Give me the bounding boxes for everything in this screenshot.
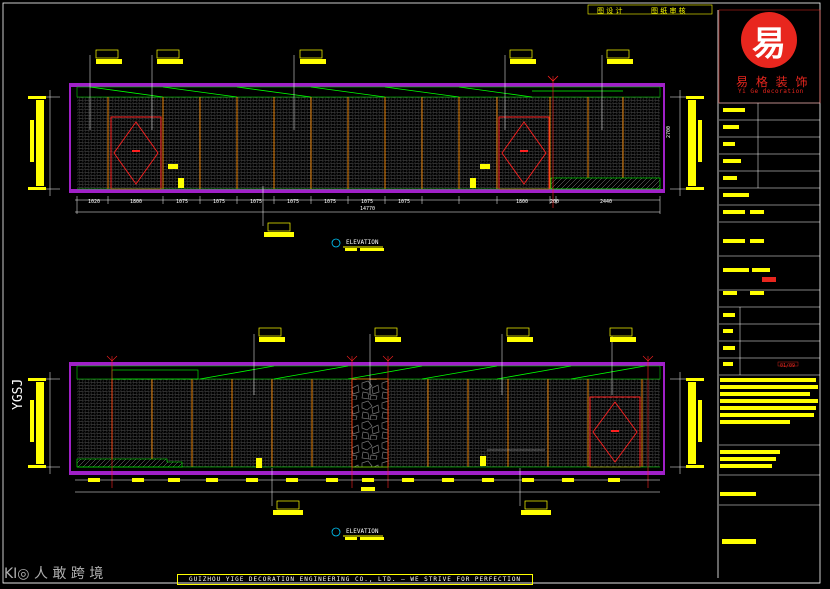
review-label: 图 纸 审 核 [651, 7, 686, 15]
elevation-2 [28, 327, 704, 540]
sheet-number: 01/09 [780, 363, 796, 369]
company-name-en: Yi Ge decoration [738, 88, 804, 95]
dim-6: 1075 [287, 199, 300, 205]
elevation-2-title: ELEVATION [346, 528, 379, 535]
dim-height: 2700 [666, 125, 672, 138]
dim-3: 1075 [176, 199, 189, 205]
dim-2: 1800 [130, 199, 143, 205]
dim-9: 1075 [398, 199, 411, 205]
elevation-1 [28, 49, 704, 251]
dim-8: 1075 [361, 199, 374, 205]
company-logo: 易 [741, 12, 797, 68]
side-label: YGSJ [11, 378, 26, 410]
cad-drawing-canvas [2, 2, 821, 584]
dim-12: 2440 [600, 199, 613, 205]
dim-5: 1075 [250, 199, 263, 205]
logo-char: 易 [752, 24, 786, 64]
footer-banner: GUIZHOU YIGE DECORATION ENGINEERING CO.,… [177, 574, 533, 585]
dim-11: 200 [550, 199, 560, 205]
watermark: KI◎ 人 敢 跨 境 [4, 566, 104, 582]
dim-10: 1800 [516, 199, 529, 205]
dim-total: 14770 [360, 206, 376, 212]
elevation-1-title: ELEVATION [346, 239, 379, 246]
dim-4: 1075 [213, 199, 226, 205]
dim-7: 1075 [324, 199, 337, 205]
designer-label: 图 设 计 [597, 7, 623, 15]
dim-1: 1020 [88, 199, 101, 205]
title-block-fills [720, 108, 818, 544]
